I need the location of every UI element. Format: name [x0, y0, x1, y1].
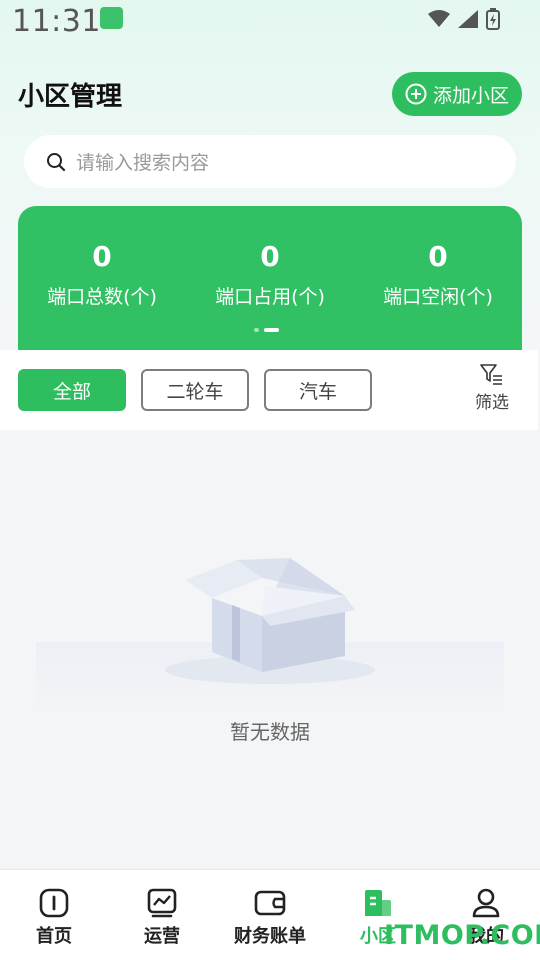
stat-label: 端口空闲(个): [383, 286, 493, 308]
building-icon: [365, 890, 391, 916]
signal-icon: [458, 10, 478, 28]
tab-label: 运营: [144, 926, 180, 947]
app-notification-icon: [100, 7, 123, 29]
carousel-indicator: [254, 328, 279, 332]
chart-icon: [147, 888, 177, 918]
filter-chip-car[interactable]: 汽车: [264, 369, 372, 411]
tab-label: 财务账单: [234, 926, 306, 947]
page-title: 小区管理: [18, 82, 123, 112]
empty-state: 暂无数据: [0, 430, 540, 870]
empty-box-illustration: [36, 558, 504, 716]
wallet-icon: [254, 890, 286, 916]
status-time: 11:31: [12, 4, 101, 39]
stat-label: 端口总数(个): [47, 286, 157, 308]
stat-value: 0: [428, 240, 448, 273]
user-icon: [472, 888, 500, 918]
port-stats-card[interactable]: 0 端口总数(个) 0 端口占用(个) 0 端口空闲(个): [18, 206, 522, 350]
watermark: ITMOP.COM: [384, 920, 540, 951]
filter-icon: [480, 364, 502, 385]
battery-icon: [486, 8, 500, 30]
empty-state-text: 暂无数据: [230, 720, 310, 744]
status-bar: 11:31: [0, 0, 540, 44]
stat-value: 0: [260, 240, 280, 273]
stat-value: 0: [92, 240, 112, 273]
carousel-dot: [254, 328, 259, 332]
add-community-button[interactable]: 添加小区: [392, 72, 522, 116]
page-header: 小区管理 添加小区: [18, 72, 522, 116]
status-indicators: [428, 8, 500, 30]
stat-used-ports: 0 端口占用(个): [186, 240, 354, 309]
search-input[interactable]: 请输入搜索内容: [24, 135, 516, 188]
add-community-label: 添加小区: [432, 84, 509, 107]
info-icon: [39, 888, 69, 918]
filter-chip-all[interactable]: 全部: [18, 369, 126, 411]
search-placeholder: 请输入搜索内容: [76, 152, 210, 174]
tab-label: 首页: [36, 926, 72, 947]
filter-button[interactable]: 筛选: [472, 364, 512, 413]
filter-label: 筛选: [475, 393, 509, 413]
search-icon: [47, 152, 66, 171]
carousel-dot-active: [264, 328, 279, 332]
stat-label: 端口占用(个): [215, 286, 325, 308]
filter-bar: 全部 二轮车 汽车 筛选: [0, 350, 538, 430]
wifi-icon: [428, 10, 450, 27]
stat-total-ports: 0 端口总数(个): [18, 240, 186, 309]
plus-circle-icon: [405, 83, 427, 105]
filter-chip-two-wheeler[interactable]: 二轮车: [141, 369, 249, 411]
tab-operations[interactable]: 运营: [112, 888, 212, 948]
stat-idle-ports: 0 端口空闲(个): [354, 240, 522, 309]
tab-finance[interactable]: 财务账单: [220, 888, 320, 948]
tab-home[interactable]: 首页: [4, 888, 104, 948]
